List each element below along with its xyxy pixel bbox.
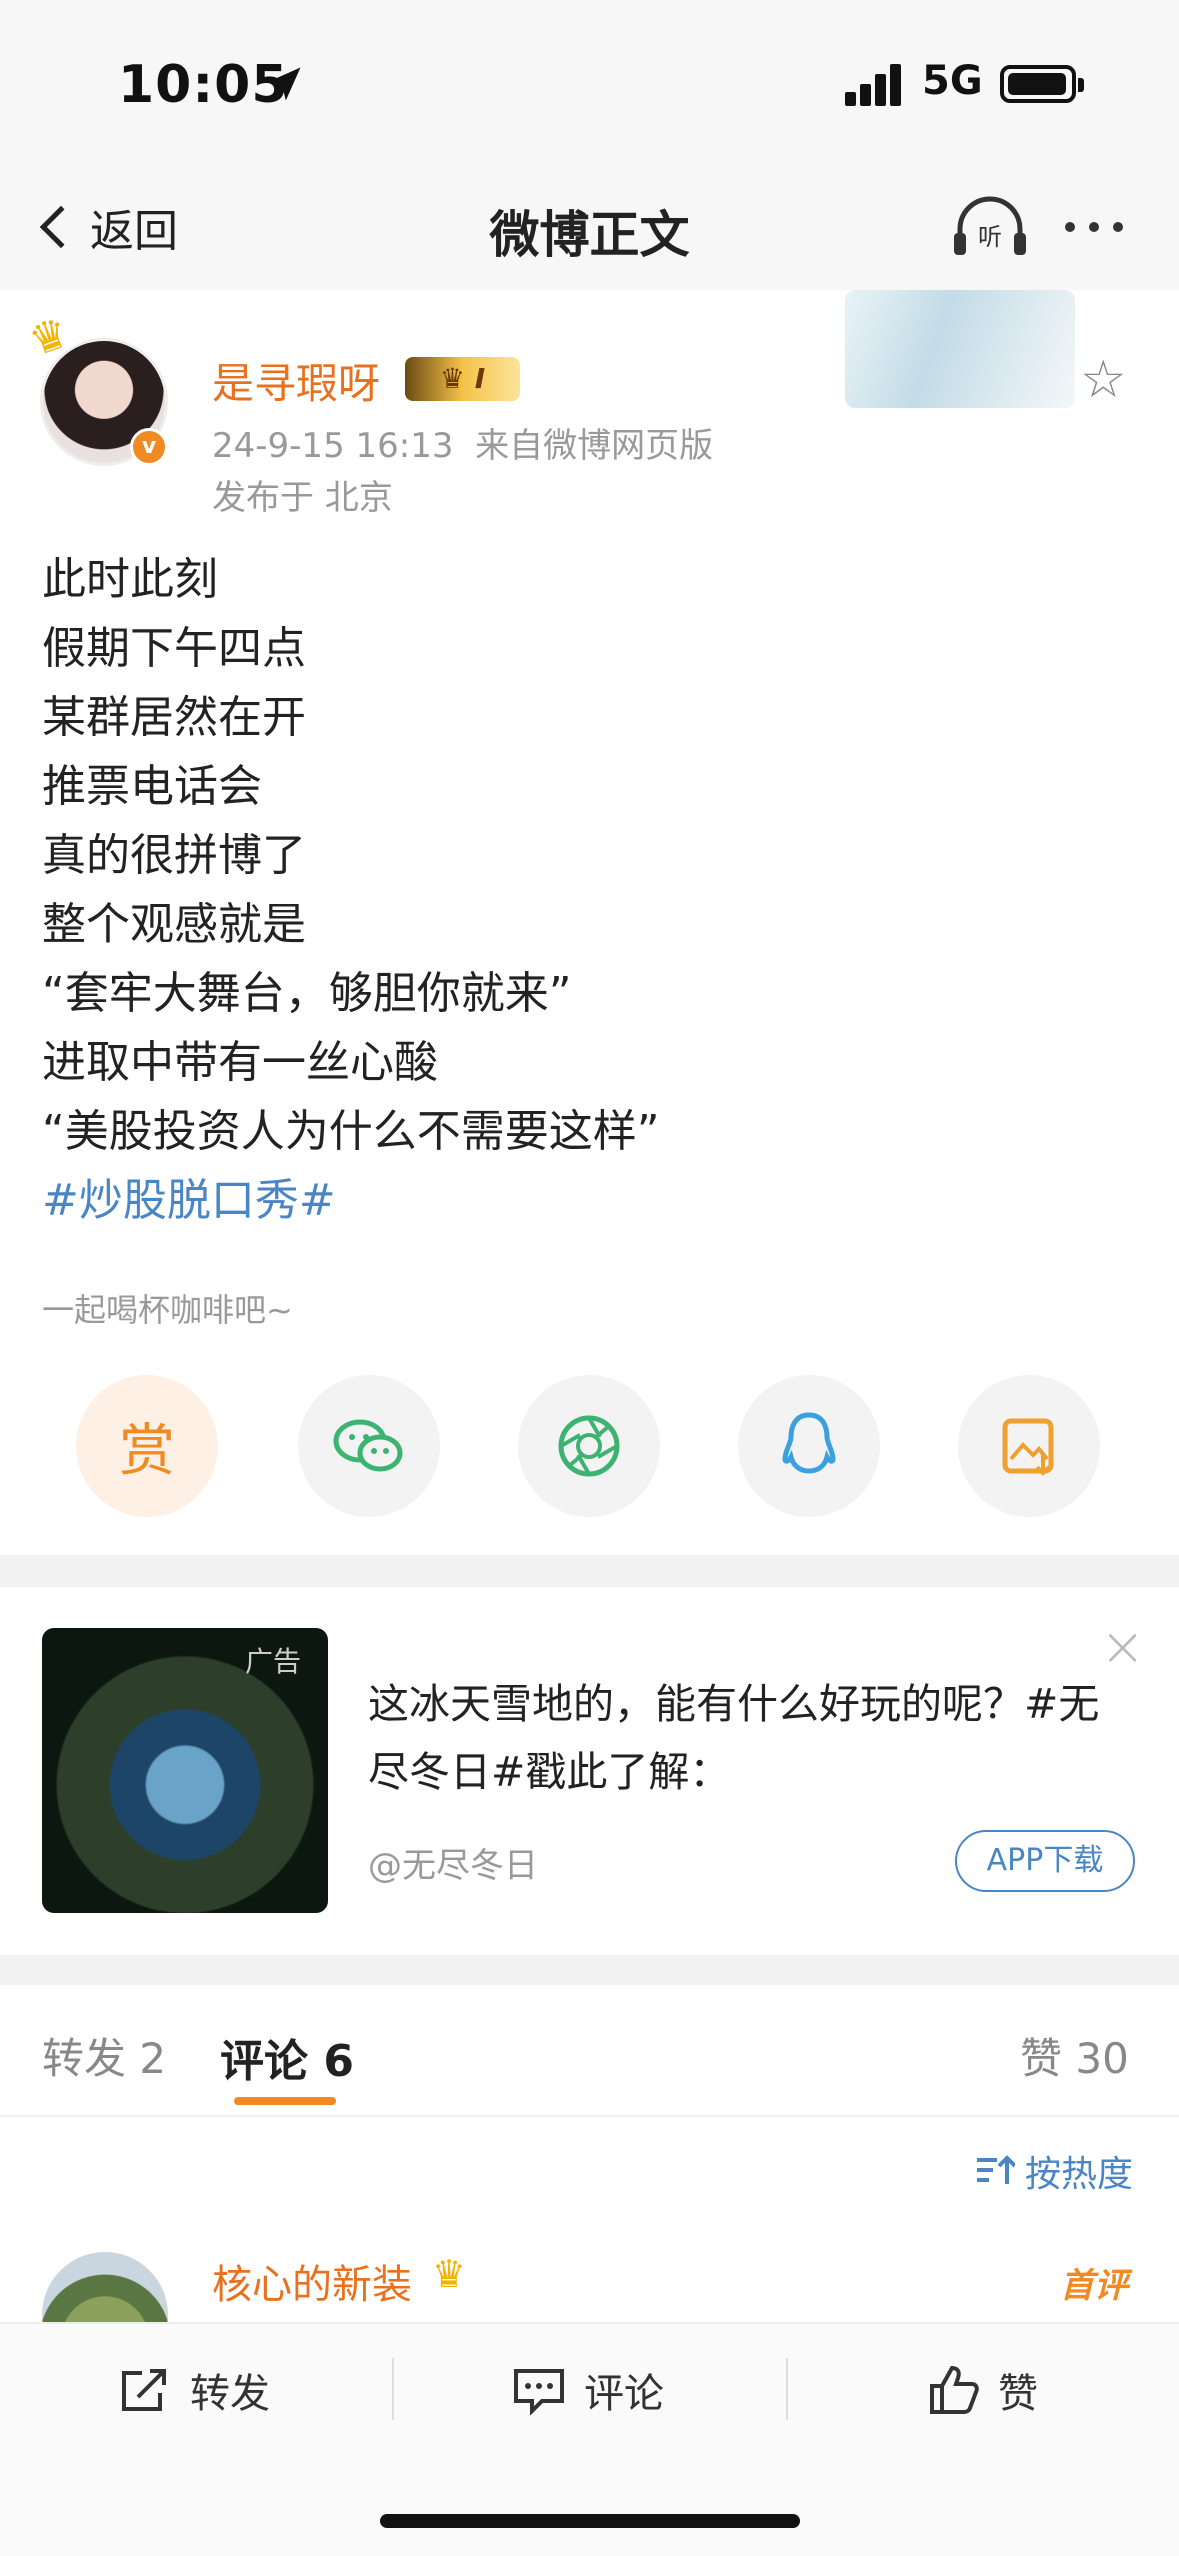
svg-text:听: 听 [978,223,1002,251]
share-wechat-button[interactable] [298,1375,440,1517]
sort-icon [977,2155,1015,2184]
tab-comment[interactable]: 评论 6 [220,2025,354,2089]
post-line: 推票电话会 [42,761,262,812]
wechat-icon [333,1419,403,1472]
battery-icon [1000,65,1084,103]
commenter-username[interactable]: 核心的新装 [212,2252,412,2310]
first-comment-badge: 首评 [1060,2266,1128,2306]
sort-by-heat-button[interactable]: 按热度 [975,2145,1133,2197]
crown-icon: ♛ [432,2252,467,2296]
moments-icon [558,1415,620,1477]
like-button[interactable]: 赞 [928,2355,1038,2425]
active-tab-indicator [234,2097,336,2105]
like-label: 赞 [998,2371,1038,2417]
more-options-button[interactable] [1065,222,1123,232]
post-timestamp: 24-9-15 16:13 [212,426,454,466]
post-source: 来自微博网页版 [475,426,714,466]
signal-icon [845,62,905,106]
toolbar-divider [786,2358,788,2420]
close-icon[interactable]: × [1100,1615,1145,1678]
reward-label: 赏 [119,1418,175,1484]
sort-label: 按热度 [1025,2154,1134,2195]
vip-badge[interactable]: ♛ I [405,357,520,401]
repost-icon [122,2369,166,2411]
ad-source[interactable]: @无尽冬日 [368,1838,538,1887]
topic-hashtag-link[interactable]: #炒股脱口秀# [42,1166,1142,1235]
home-indicator [380,2514,800,2528]
verified-badge: v [130,428,168,466]
comment-icon [514,2369,564,2415]
repost-button[interactable]: 转发 [118,2355,270,2425]
listen-button[interactable]: 听 [950,195,1030,259]
location-arrow-icon [262,62,306,110]
post-line: 某群居然在开 [42,692,306,743]
ad-text[interactable]: 这冰天雪地的，能有什么好玩的呢？#无尽冬日#戳此了解： [368,1670,1138,1806]
headphones-icon: 听 [954,196,1026,255]
tab-like[interactable]: 赞 30 [1020,2025,1129,2086]
post-line: “套牢大舞台，够胆你就来” [42,968,572,1019]
post-line: 整个观感就是 [42,899,306,950]
section-divider [0,1555,1179,1587]
post-meta: 24-9-15 16:13 来自微博网页版 [212,418,713,467]
post-line: 真的很拼博了 [42,830,306,881]
reward-prompt: 一起喝杯咖啡吧~ [42,1291,293,1329]
save-image-icon [1002,1418,1054,1476]
post-line: “美股投资人为什么不需要这样” [42,1106,660,1157]
thumbs-up-icon [930,2365,979,2414]
post-line: 此时此刻 [42,554,218,605]
comment-button[interactable]: 评论 [512,2355,664,2425]
tab-divider [0,2115,1179,2117]
share-qq-button[interactable] [738,1375,880,1517]
ad-tag: 广告 [245,1645,302,1678]
section-divider [0,1955,1179,1985]
app-download-button[interactable]: APP下载 [955,1830,1135,1892]
profile-banner-image [845,290,1075,408]
post-content: 此时此刻 假期下午四点 某群居然在开 推票电话会 真的很拼博了 整个观感就是 “… [42,545,1142,1235]
author-username[interactable]: 是寻瑕呀 [212,350,380,411]
reward-button[interactable]: 赏 [76,1375,218,1517]
repost-label: 转发 [190,2371,270,2417]
comment-label: 评论 [584,2371,664,2417]
post-location: 发布于 北京 [212,478,393,518]
toolbar-divider [392,2358,394,2420]
save-image-button[interactable] [958,1375,1100,1517]
post-line: 进取中带有一丝心酸 [42,1037,438,1088]
qq-icon [782,1412,836,1474]
favorite-star-icon[interactable]: ☆ [1080,350,1127,410]
share-moments-button[interactable] [518,1375,660,1517]
tab-repost[interactable]: 转发 2 [42,2025,166,2086]
network-type: 5G [922,58,983,104]
post-line: 假期下午四点 [42,623,306,674]
